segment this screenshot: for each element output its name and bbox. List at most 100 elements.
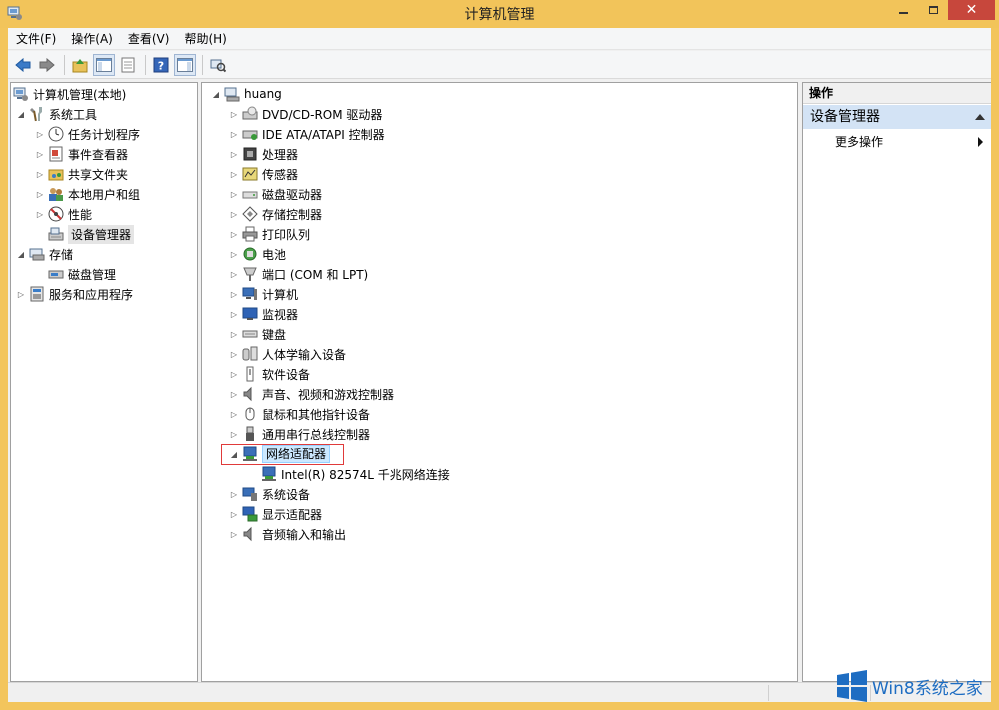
expand-arrow-icon[interactable]: ▷ (229, 369, 239, 379)
expand-arrow-icon[interactable]: ▷ (229, 309, 239, 319)
expand-arrow-icon[interactable]: ▷ (35, 129, 45, 139)
device-category-storage-controllers[interactable]: ▷ 存储控制器 (229, 204, 322, 224)
device-label: 端口 (COM 和 LPT) (262, 267, 369, 282)
expand-arrow-icon[interactable]: ▷ (35, 209, 45, 219)
actions-header: 操作 (803, 83, 991, 104)
maximize-button[interactable] (918, 0, 948, 20)
tree-label: 性能 (68, 207, 93, 222)
scan-hardware-button[interactable] (207, 54, 229, 76)
expand-arrow-icon[interactable]: ▷ (35, 169, 45, 179)
expand-arrow-icon[interactable]: ▷ (229, 529, 239, 539)
expand-arrow-icon[interactable]: ▷ (229, 169, 239, 179)
expand-arrow-icon[interactable]: ▷ (229, 289, 239, 299)
device-category-usb[interactable]: ▷ 通用串行总线控制器 (229, 424, 370, 444)
menu-view[interactable]: 查看(V) (120, 28, 177, 50)
actions-section-device-manager[interactable]: 设备管理器 (803, 105, 991, 129)
close-button[interactable]: ✕ (948, 0, 995, 20)
device-category-processor[interactable]: ▷ 处理器 (229, 144, 298, 164)
folder-up-icon (72, 58, 88, 72)
forward-button[interactable] (36, 54, 58, 76)
tree-label: 系统工具 (49, 107, 98, 122)
event-viewer-icon (49, 146, 63, 162)
collapse-arrow-icon[interactable]: ◢ (16, 249, 26, 259)
expand-arrow-icon[interactable]: ▷ (229, 329, 239, 339)
tree-label: 设备管理器 (68, 224, 135, 244)
expand-arrow-icon[interactable]: ▷ (229, 509, 239, 519)
expand-arrow-icon[interactable]: ▷ (229, 249, 239, 259)
tree-node-services-apps[interactable]: ▷ 服务和应用程序 (16, 284, 133, 304)
expand-arrow-icon[interactable]: ▷ (229, 489, 239, 499)
expand-arrow-icon[interactable]: ▷ (229, 229, 239, 239)
show-hide-action-pane-button[interactable] (174, 53, 196, 76)
device-category-dvd[interactable]: ▷ DVD/CD-ROM 驱动器 (229, 104, 382, 124)
expand-arrow-icon[interactable]: ▷ (229, 129, 239, 139)
tree-node-local-users[interactable]: ▷ 本地用户和组 (35, 184, 140, 204)
disk-drive-icon (242, 191, 258, 199)
expand-arrow-icon[interactable]: ▷ (229, 409, 239, 419)
device-category-software-devices[interactable]: ▷ 软件设备 (229, 364, 310, 384)
help-button[interactable]: ? (150, 54, 172, 76)
properties-icon (121, 57, 135, 72)
tree-node-disk-management[interactable]: 磁盘管理 (48, 264, 116, 284)
device-category-print-queues[interactable]: ▷ 打印队列 (229, 224, 310, 244)
menu-help[interactable]: 帮助(H) (176, 28, 233, 50)
tree-node-device-manager[interactable]: 设备管理器 (48, 224, 135, 244)
tree-node-task-scheduler[interactable]: ▷ 任务计划程序 (35, 124, 140, 144)
device-category-ide[interactable]: ▷ IDE ATA/ATAPI 控制器 (229, 124, 385, 144)
annotation-highlight-box (221, 444, 344, 465)
device-label: 鼠标和其他指针设备 (262, 407, 371, 422)
minimize-button[interactable] (888, 0, 918, 20)
expand-arrow-icon[interactable]: ▷ (229, 429, 239, 439)
show-hide-tree-button[interactable] (93, 53, 115, 76)
device-category-display-adapters[interactable]: ▷ 显示适配器 (229, 504, 322, 524)
menu-action[interactable]: 操作(A) (63, 28, 120, 50)
device-category-ports[interactable]: ▷ 端口 (COM 和 LPT) (229, 264, 368, 284)
expand-arrow-icon[interactable]: ▷ (229, 149, 239, 159)
device-category-system-devices[interactable]: ▷ 系统设备 (229, 484, 310, 504)
expand-arrow-icon[interactable]: ▷ (35, 149, 45, 159)
more-actions-item[interactable]: 更多操作 (803, 131, 991, 153)
expand-arrow-icon[interactable]: ▷ (229, 389, 239, 399)
up-level-button[interactable] (69, 54, 91, 76)
expand-arrow-icon[interactable]: ▷ (35, 189, 45, 199)
close-icon: ✕ (965, 2, 978, 18)
display-adapter-icon (242, 506, 258, 522)
properties-button[interactable] (117, 54, 139, 76)
back-button[interactable] (12, 54, 34, 76)
tree-node-system-tools[interactable]: ◢ 系统工具 (16, 104, 97, 124)
menu-file[interactable]: 文件(F) (8, 28, 63, 50)
tree-node-storage[interactable]: ◢ 存储 (16, 244, 73, 264)
device-network-adapter-intel[interactable]: Intel(R) 82574L 千兆网络连接 (261, 464, 450, 484)
device-category-sound[interactable]: ▷ 声音、视频和游戏控制器 (229, 384, 394, 404)
collapse-arrow-icon[interactable]: ◢ (16, 109, 26, 119)
device-category-sensors[interactable]: ▷ 传感器 (229, 164, 298, 184)
device-category-keyboards[interactable]: ▷ 键盘 (229, 324, 286, 344)
collapse-arrow-icon[interactable]: ◢ (211, 89, 221, 99)
tree-node-performance[interactable]: ▷ 性能 (35, 204, 92, 224)
device-category-monitors[interactable]: ▷ 监视器 (229, 304, 298, 324)
tree-label: 任务计划程序 (68, 127, 141, 142)
device-category-computer[interactable]: ▷ 计算机 (229, 284, 298, 304)
expand-arrow-icon[interactable]: ▷ (229, 269, 239, 279)
expand-arrow-icon[interactable]: ▷ (229, 349, 239, 359)
device-label: 电池 (262, 247, 287, 262)
tools-icon (30, 107, 42, 122)
expand-arrow-icon[interactable]: ▷ (229, 109, 239, 119)
menu-bar: 文件(F) 操作(A) 查看(V) 帮助(H) (8, 28, 991, 50)
expand-arrow-icon[interactable]: ▷ (229, 209, 239, 219)
device-label: 系统设备 (262, 487, 311, 502)
expand-arrow-icon[interactable]: ▷ (16, 289, 26, 299)
device-tree-root[interactable]: ◢ huang (211, 84, 282, 104)
collapse-up-icon[interactable] (975, 114, 985, 120)
expand-arrow-icon[interactable]: ▷ (229, 189, 239, 199)
device-category-audio-io[interactable]: ▷ 音频输入和输出 (229, 524, 346, 544)
speaker-icon (243, 386, 252, 402)
tree-node-computer-management[interactable]: 计算机管理(本地) (13, 84, 126, 104)
device-category-mice[interactable]: ▷ 鼠标和其他指针设备 (229, 404, 370, 424)
device-category-batteries[interactable]: ▷ 电池 (229, 244, 286, 264)
tree-node-shared-folders[interactable]: ▷ 共享文件夹 (35, 164, 128, 184)
device-category-hid[interactable]: ▷ 人体学输入设备 (229, 344, 346, 364)
device-category-disk-drives[interactable]: ▷ 磁盘驱动器 (229, 184, 322, 204)
tree-node-event-viewer[interactable]: ▷ 事件查看器 (35, 144, 128, 164)
network-adapter-icon (262, 466, 276, 481)
